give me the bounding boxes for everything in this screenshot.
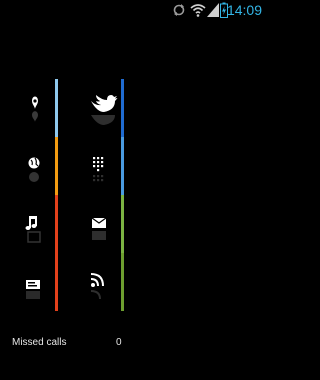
tile-music-accent-bar — [55, 195, 58, 253]
rss-feed-icon — [90, 273, 104, 300]
tile-browser-accent-bar — [55, 137, 58, 195]
status-bar: 14:09 — [0, 0, 265, 20]
music-note-icon — [25, 216, 41, 243]
envelope-icon — [91, 217, 107, 240]
tile-location[interactable] — [16, 79, 56, 137]
location-pin-icon — [32, 96, 38, 122]
wifi-icon — [190, 4, 206, 17]
missed-calls-label: Missed calls — [12, 337, 67, 348]
tile-music[interactable] — [16, 195, 56, 253]
signal-icon — [207, 3, 219, 17]
missed-calls-row[interactable]: Missed calls 0 — [0, 336, 265, 354]
tile-dialer[interactable] — [82, 137, 122, 195]
tile-messaging[interactable] — [16, 253, 56, 311]
tile-rss-accent-bar — [121, 253, 124, 311]
tile-email-accent-bar — [121, 195, 124, 253]
tile-location-accent-bar — [55, 79, 58, 137]
tile-email[interactable] — [82, 195, 122, 253]
twitter-bird-icon — [91, 95, 118, 125]
tile-twitter[interactable] — [82, 79, 122, 137]
globe-icon — [28, 157, 40, 182]
tile-dialer-accent-bar — [121, 137, 124, 195]
status-time: 14:09 — [226, 2, 262, 18]
tile-browser[interactable] — [16, 137, 56, 195]
tile-rss[interactable] — [82, 253, 122, 311]
missed-calls-count: 0 — [116, 337, 122, 348]
sync-icon — [173, 4, 185, 16]
tile-twitter-accent-bar — [121, 79, 124, 137]
message-icon — [26, 280, 40, 299]
tile-messaging-accent-bar — [55, 253, 58, 311]
dialpad-icon — [93, 157, 104, 182]
